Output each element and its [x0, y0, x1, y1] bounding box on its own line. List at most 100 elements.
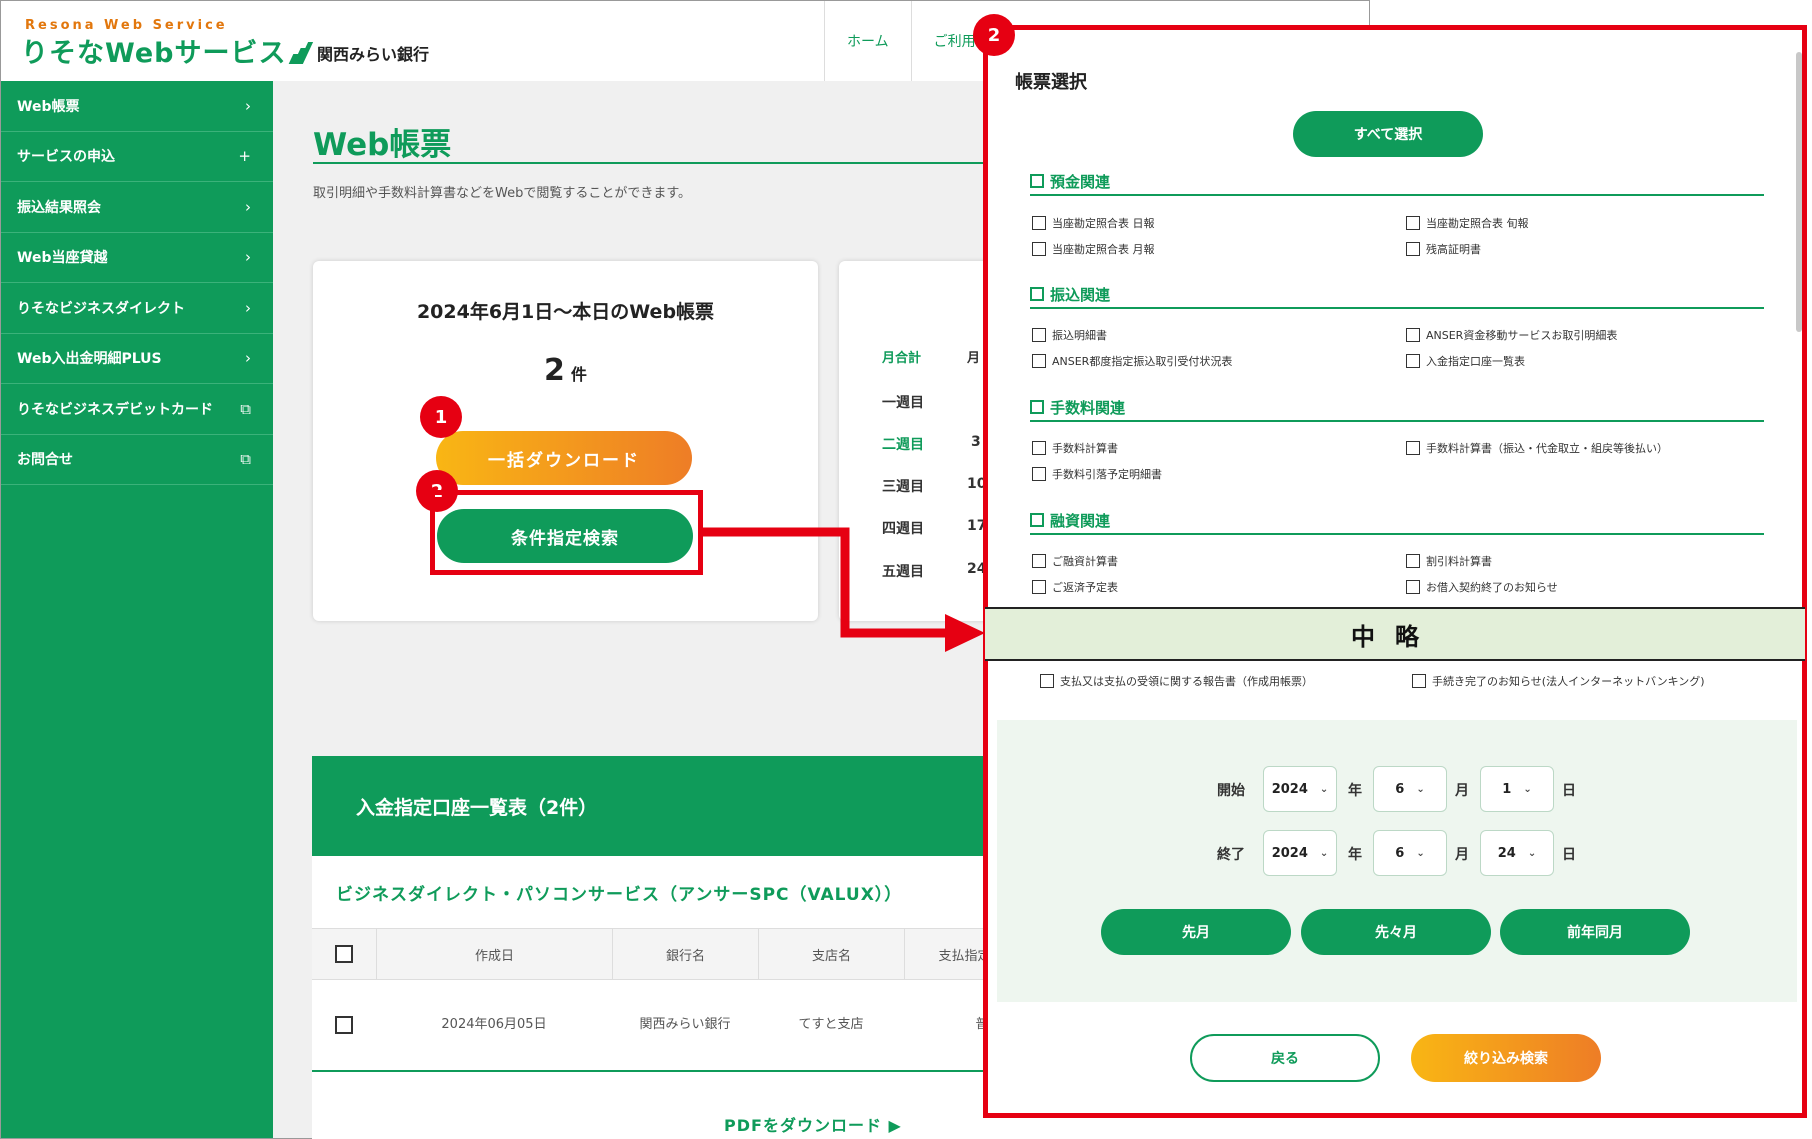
- option-checkbox[interactable]: ご返済予定表: [1032, 579, 1118, 595]
- play-arrow-icon: ▶: [888, 1116, 902, 1135]
- option-label: 当座勘定照合表 旬報: [1426, 217, 1529, 230]
- option-checkbox[interactable]: 入金指定口座一覧表: [1406, 353, 1525, 369]
- option-label: 手数料計算書（振込・代金取立・組戻等後払い）: [1426, 442, 1668, 455]
- sidebar-item-transfer-result[interactable]: 振込結果照会 ›: [1, 182, 273, 233]
- option-label: 残高証明書: [1426, 243, 1481, 256]
- sidebar-item-overdraft[interactable]: Web当座貸越 ›: [1, 233, 273, 283]
- option-checkbox[interactable]: お借入契約終了のお知らせ: [1406, 579, 1558, 595]
- checkbox-icon: [1406, 580, 1420, 594]
- section-checkbox[interactable]: [1030, 400, 1044, 414]
- end-year-select[interactable]: 2024 ⌄: [1263, 830, 1337, 876]
- option-checkbox[interactable]: 手続き完了のお知らせ(法人インターネットバンキング): [1412, 673, 1705, 689]
- start-month-select[interactable]: 6 ⌄: [1373, 766, 1447, 812]
- column-header-branch: 支店名: [758, 929, 904, 979]
- sidebar-item-contact[interactable]: お問合せ ⧉: [1, 435, 273, 485]
- option-checkbox[interactable]: 当座勘定照合表 日報: [1032, 215, 1155, 231]
- option-checkbox[interactable]: 当座勘定照合表 旬報: [1406, 215, 1529, 231]
- brand-jp-logo[interactable]: りそなWebサービス: [21, 31, 286, 70]
- count-value: 2: [544, 353, 565, 388]
- chevron-down-icon: ⌄: [1319, 847, 1329, 859]
- week-3-label: 三週目: [882, 479, 924, 495]
- row-checkbox[interactable]: [335, 1016, 353, 1034]
- sidebar-item-statement-plus[interactable]: Web入出金明細PLUS ›: [1, 334, 273, 384]
- sidebar-item-business-direct[interactable]: りそなビジネスダイレクト ›: [1, 283, 273, 334]
- sidebar-item-service-apply[interactable]: サービスの申込 +: [1, 132, 273, 182]
- day-unit: 日: [1562, 847, 1576, 863]
- week-2-value: 3: [971, 434, 981, 450]
- option-label: ANSER都度指定振込取引受付状況表: [1052, 355, 1233, 368]
- modal-scrollbar[interactable]: [1796, 52, 1802, 332]
- section-loans[interactable]: 融資関連: [1030, 507, 1764, 535]
- month-unit: 月: [1455, 783, 1469, 799]
- sidebar-item-label: Web当座貸越: [17, 250, 108, 267]
- checkbox-icon: [1032, 354, 1046, 368]
- sidebar-item-label: りそなビジネスダイレクト: [17, 300, 185, 317]
- start-year-select[interactable]: 2024 ⌄: [1263, 766, 1337, 812]
- year-unit: 年: [1348, 847, 1362, 863]
- same-month-last-year-button[interactable]: 前年同月: [1500, 909, 1690, 955]
- count-unit: 件: [570, 365, 587, 384]
- back-button[interactable]: 戻る: [1190, 1034, 1380, 1082]
- checkbox-icon: [1406, 242, 1420, 256]
- option-checkbox[interactable]: ANSER資金移動サービスお取引明細表: [1406, 327, 1617, 343]
- callout-badge-1: 1: [420, 396, 462, 438]
- option-label: 手数料引落予定明細書: [1052, 468, 1162, 481]
- start-label: 開始: [1217, 783, 1245, 799]
- option-label: 手数料計算書: [1052, 442, 1118, 455]
- section-title: 預金関連: [1050, 172, 1111, 191]
- option-checkbox[interactable]: 手数料引落予定明細書: [1032, 466, 1162, 482]
- section-title: 手数料関連: [1050, 398, 1126, 417]
- section-checkbox[interactable]: [1030, 287, 1044, 301]
- two-months-ago-button[interactable]: 先々月: [1301, 909, 1491, 955]
- chevron-down-icon: ⌄: [1416, 847, 1425, 859]
- start-day-select[interactable]: 1 ⌄: [1480, 766, 1554, 812]
- chevron-right-icon: ›: [245, 298, 251, 317]
- nav-home[interactable]: ホーム: [824, 1, 911, 81]
- option-checkbox[interactable]: 当座勘定照合表 月報: [1032, 241, 1155, 257]
- kansai-bank-name: 関西みらい銀行: [317, 45, 430, 64]
- section-checkbox[interactable]: [1030, 513, 1044, 527]
- pdf-download-link[interactable]: PDFをダウンロード ▶: [724, 1112, 902, 1136]
- cell-bank: 関西みらい銀行: [639, 1017, 731, 1032]
- section-fees[interactable]: 手数料関連: [1030, 394, 1764, 422]
- card-title: 2024年6月1日〜本日のWeb帳票: [416, 301, 715, 323]
- checkbox-icon: [1406, 216, 1420, 230]
- page-description: 取引明細や手数料計算書などをWebで閲覧することができます。: [313, 186, 692, 201]
- option-checkbox[interactable]: 支払又は支払の受領に関する報告書（作成用帳票）: [1040, 673, 1313, 689]
- option-checkbox[interactable]: ANSER都度指定振込取引受付状況表: [1032, 353, 1232, 369]
- column-header-date: 作成日: [376, 929, 612, 979]
- pdf-download-label: PDFをダウンロード: [724, 1116, 882, 1135]
- end-day-select[interactable]: 24 ⌄: [1480, 830, 1554, 876]
- section-checkbox[interactable]: [1030, 174, 1044, 188]
- day-unit: 日: [1562, 783, 1576, 799]
- section-transfer[interactable]: 振込関連: [1030, 281, 1764, 309]
- checkbox-icon: [1032, 216, 1046, 230]
- chevron-right-icon: ›: [245, 248, 251, 267]
- chevron-right-icon: ›: [245, 349, 251, 368]
- select-all-cell: [312, 929, 376, 979]
- sidebar-item-web-report[interactable]: Web帳票 ›: [1, 81, 273, 132]
- option-checkbox[interactable]: 残高証明書: [1406, 241, 1481, 257]
- end-month-select[interactable]: 6 ⌄: [1373, 830, 1447, 876]
- modal-title: 帳票選択: [1015, 72, 1087, 93]
- external-window-icon: ⧉: [240, 450, 251, 469]
- last-month-button[interactable]: 先月: [1101, 909, 1291, 955]
- option-checkbox[interactable]: 割引料計算書: [1406, 553, 1492, 569]
- option-checkbox[interactable]: 手数料計算書（振込・代金取立・組戻等後払い）: [1406, 440, 1668, 456]
- option-checkbox[interactable]: 手数料計算書: [1032, 440, 1118, 456]
- omitted-band: 中略: [985, 607, 1805, 661]
- week-5-label: 五週目: [882, 564, 924, 580]
- checkbox-icon: [1032, 242, 1046, 256]
- section-deposit[interactable]: 預金関連: [1030, 168, 1764, 196]
- sidebar-item-debit-card[interactable]: りそなビジネスデビットカード ⧉: [1, 384, 273, 435]
- cell-date: 2024年06月05日: [441, 1017, 547, 1032]
- bulk-download-button[interactable]: 一括ダウンロード: [436, 431, 692, 485]
- select-all-checkbox[interactable]: [335, 945, 353, 963]
- filter-search-button[interactable]: 絞り込み検索: [1411, 1034, 1601, 1082]
- column-header-bank: 銀行名: [612, 929, 758, 979]
- option-checkbox[interactable]: ご融資計算書: [1032, 553, 1118, 569]
- week-2-label[interactable]: 二週目: [882, 434, 924, 454]
- select-all-button[interactable]: すべて選択: [1293, 111, 1483, 157]
- option-checkbox[interactable]: 振込明細書: [1032, 327, 1107, 343]
- checkbox-icon: [1032, 467, 1046, 481]
